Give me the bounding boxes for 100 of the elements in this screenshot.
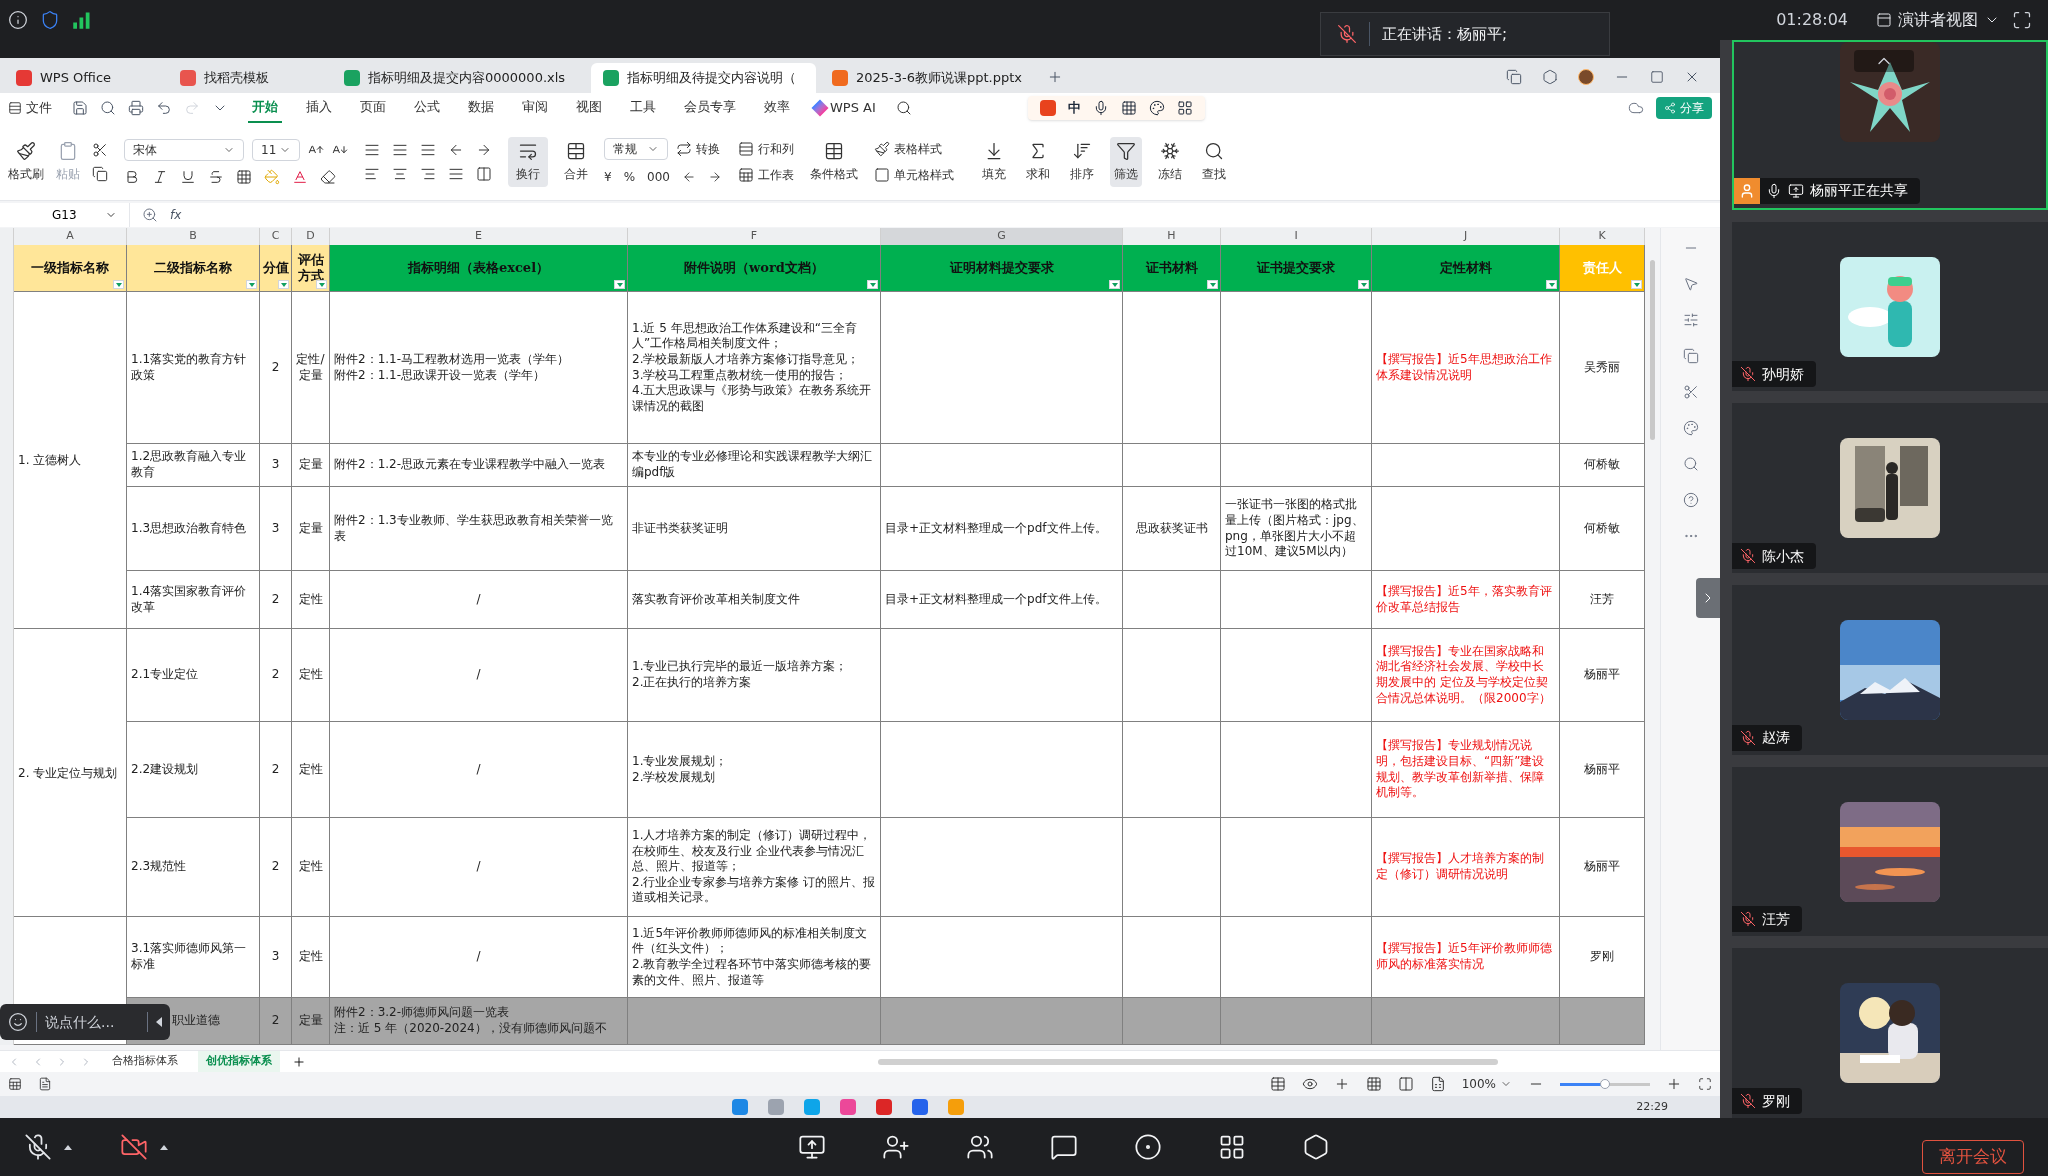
ribbon-tab[interactable]: 会员专享 bbox=[680, 93, 740, 123]
participant-tile[interactable]: 陈小杰 bbox=[1732, 403, 2048, 574]
convert-button[interactable]: 转换 bbox=[676, 139, 720, 158]
apps-icon[interactable] bbox=[1218, 1133, 1246, 1161]
taskbar-app-icon[interactable] bbox=[912, 1099, 928, 1115]
ai-tab[interactable]: WPS AI bbox=[814, 98, 876, 118]
table-style-button[interactable]: 表格样式 bbox=[873, 139, 954, 158]
box-icon[interactable] bbox=[1542, 69, 1558, 85]
table-view-icon[interactable] bbox=[1269, 1076, 1286, 1092]
fit-icon[interactable] bbox=[1698, 1077, 1712, 1091]
ribbon-tab[interactable]: 页面 bbox=[356, 93, 390, 123]
ribbon-tab[interactable]: 视图 bbox=[572, 93, 606, 123]
shield-icon[interactable] bbox=[40, 10, 60, 30]
font-color-icon[interactable] bbox=[292, 168, 308, 185]
toolbar-button[interactable]: 筛选 bbox=[1109, 136, 1142, 187]
filter-dropdown-icon[interactable] bbox=[1109, 280, 1120, 289]
page-break-icon[interactable] bbox=[1429, 1076, 1446, 1092]
normal-view-icon[interactable] bbox=[1365, 1076, 1382, 1092]
save-icon[interactable] bbox=[72, 100, 88, 116]
strikethrough-icon[interactable] bbox=[208, 168, 224, 185]
participant-tile[interactable]: 孙明娇 bbox=[1732, 221, 2048, 392]
search-icon[interactable] bbox=[100, 100, 116, 116]
ribbon-tab[interactable]: 插入 bbox=[302, 93, 336, 123]
zoom-dropdown[interactable]: 100% bbox=[1461, 1075, 1512, 1093]
horizontal-scrollbar[interactable] bbox=[878, 1058, 1498, 1065]
slider-thumb[interactable] bbox=[1600, 1078, 1610, 1089]
record-icon[interactable] bbox=[38, 1077, 52, 1091]
worksheet-button[interactable]: 工作表 bbox=[737, 165, 794, 184]
eraser-icon[interactable] bbox=[320, 168, 336, 185]
toolbar-button[interactable]: 求和 bbox=[1021, 136, 1054, 187]
filter-dropdown-icon[interactable] bbox=[1207, 280, 1218, 289]
filter-dropdown-icon[interactable] bbox=[246, 280, 257, 289]
cloud-icon[interactable] bbox=[1628, 100, 1644, 116]
file-menu[interactable]: 文件 bbox=[8, 98, 52, 118]
number-format-button[interactable]: ¥ bbox=[604, 167, 612, 186]
fill-color-icon[interactable] bbox=[264, 168, 280, 185]
participant-tile[interactable]: 罗刚 bbox=[1732, 948, 2048, 1118]
settings-icon[interactable] bbox=[1302, 1133, 1330, 1161]
search-icon[interactable] bbox=[895, 100, 912, 116]
increase-decimal-icon[interactable] bbox=[707, 169, 722, 184]
rows-columns-button[interactable]: 行和列 bbox=[737, 139, 794, 158]
decrease-decimal-icon[interactable] bbox=[681, 169, 696, 184]
sliders-icon[interactable] bbox=[1682, 312, 1699, 328]
column-header[interactable]: G bbox=[881, 228, 1123, 245]
filter-dropdown-icon[interactable] bbox=[1358, 280, 1369, 289]
chat-input[interactable]: 说点什么... bbox=[0, 1004, 170, 1040]
maximize-icon[interactable] bbox=[1650, 70, 1664, 84]
signal-icon[interactable] bbox=[72, 10, 92, 30]
undo-icon[interactable] bbox=[156, 100, 172, 116]
ribbon-tab[interactable]: 工具 bbox=[626, 93, 660, 123]
number-format-button[interactable]: 000 bbox=[647, 167, 670, 186]
underline-icon[interactable] bbox=[180, 168, 196, 185]
filter-dropdown-icon[interactable] bbox=[278, 280, 289, 289]
number-format-button[interactable]: % bbox=[623, 167, 636, 186]
bold-icon[interactable] bbox=[124, 168, 140, 185]
ribbon-tab[interactable]: 审阅 bbox=[518, 93, 552, 123]
participants-icon[interactable] bbox=[966, 1133, 994, 1161]
toolbar-button[interactable]: 冻结 bbox=[1153, 136, 1186, 187]
sheet-tab[interactable]: 创优指标体系 bbox=[198, 1051, 280, 1072]
distribute-icon[interactable] bbox=[476, 165, 492, 182]
skin-icon[interactable] bbox=[1148, 100, 1165, 116]
participant-tile[interactable]: 汪芳 bbox=[1732, 766, 2048, 937]
filter-dropdown-icon[interactable] bbox=[614, 280, 625, 289]
pointer-icon[interactable] bbox=[1682, 276, 1699, 292]
zoom-in-icon[interactable] bbox=[1666, 1076, 1682, 1092]
ribbon-tab[interactable]: 数据 bbox=[464, 93, 498, 123]
macro-icon[interactable] bbox=[8, 1077, 22, 1091]
caret-icon[interactable] bbox=[64, 1144, 72, 1150]
borders-icon[interactable] bbox=[236, 168, 252, 185]
tools-icon[interactable] bbox=[1682, 384, 1699, 400]
emoji-icon[interactable] bbox=[8, 1012, 28, 1032]
ribbon-tab[interactable]: 公式 bbox=[410, 93, 444, 123]
zoom-icon[interactable] bbox=[142, 207, 158, 223]
filter-dropdown-icon[interactable] bbox=[316, 280, 327, 289]
share-screen-icon[interactable] bbox=[798, 1133, 826, 1161]
italic-icon[interactable] bbox=[152, 168, 168, 185]
toolbar-button[interactable]: 填充 bbox=[977, 136, 1010, 187]
toolbar-button[interactable]: 查找 bbox=[1197, 136, 1230, 187]
ribbon-tab[interactable]: 效率 bbox=[760, 93, 794, 123]
participant-tile[interactable]: 赵涛 bbox=[1732, 585, 2048, 755]
page-layout-icon[interactable] bbox=[1397, 1076, 1414, 1092]
font-select[interactable]: 宋体 bbox=[124, 138, 244, 161]
filter-dropdown-icon[interactable] bbox=[1631, 280, 1642, 289]
help-icon[interactable] bbox=[1682, 492, 1699, 508]
document-tab[interactable]: 指标明细及待提交内容说明（ bbox=[591, 63, 816, 93]
name-box[interactable]: G13 bbox=[0, 203, 130, 227]
keyboard-icon[interactable] bbox=[1120, 100, 1137, 116]
camera-off-icon[interactable] bbox=[120, 1133, 148, 1161]
copy-icon[interactable] bbox=[92, 165, 108, 182]
filter-dropdown-icon[interactable] bbox=[867, 280, 878, 289]
chat-icon[interactable] bbox=[1050, 1133, 1078, 1161]
sheet-tab[interactable]: 合格指标体系 bbox=[104, 1051, 186, 1072]
wrap-text-button[interactable]: 换行 bbox=[508, 136, 548, 187]
window-switch-icon[interactable] bbox=[1506, 69, 1522, 85]
palette-icon[interactable] bbox=[1682, 420, 1699, 436]
fullscreen-icon[interactable] bbox=[2012, 10, 2032, 30]
view-mode-dropdown[interactable]: 演讲者视图 bbox=[1876, 8, 2000, 32]
collapse-icon[interactable] bbox=[156, 1017, 162, 1027]
font-size-select[interactable]: 11 bbox=[252, 138, 300, 161]
participant-tile[interactable]: 杨丽平正在共享 bbox=[1732, 40, 2048, 210]
